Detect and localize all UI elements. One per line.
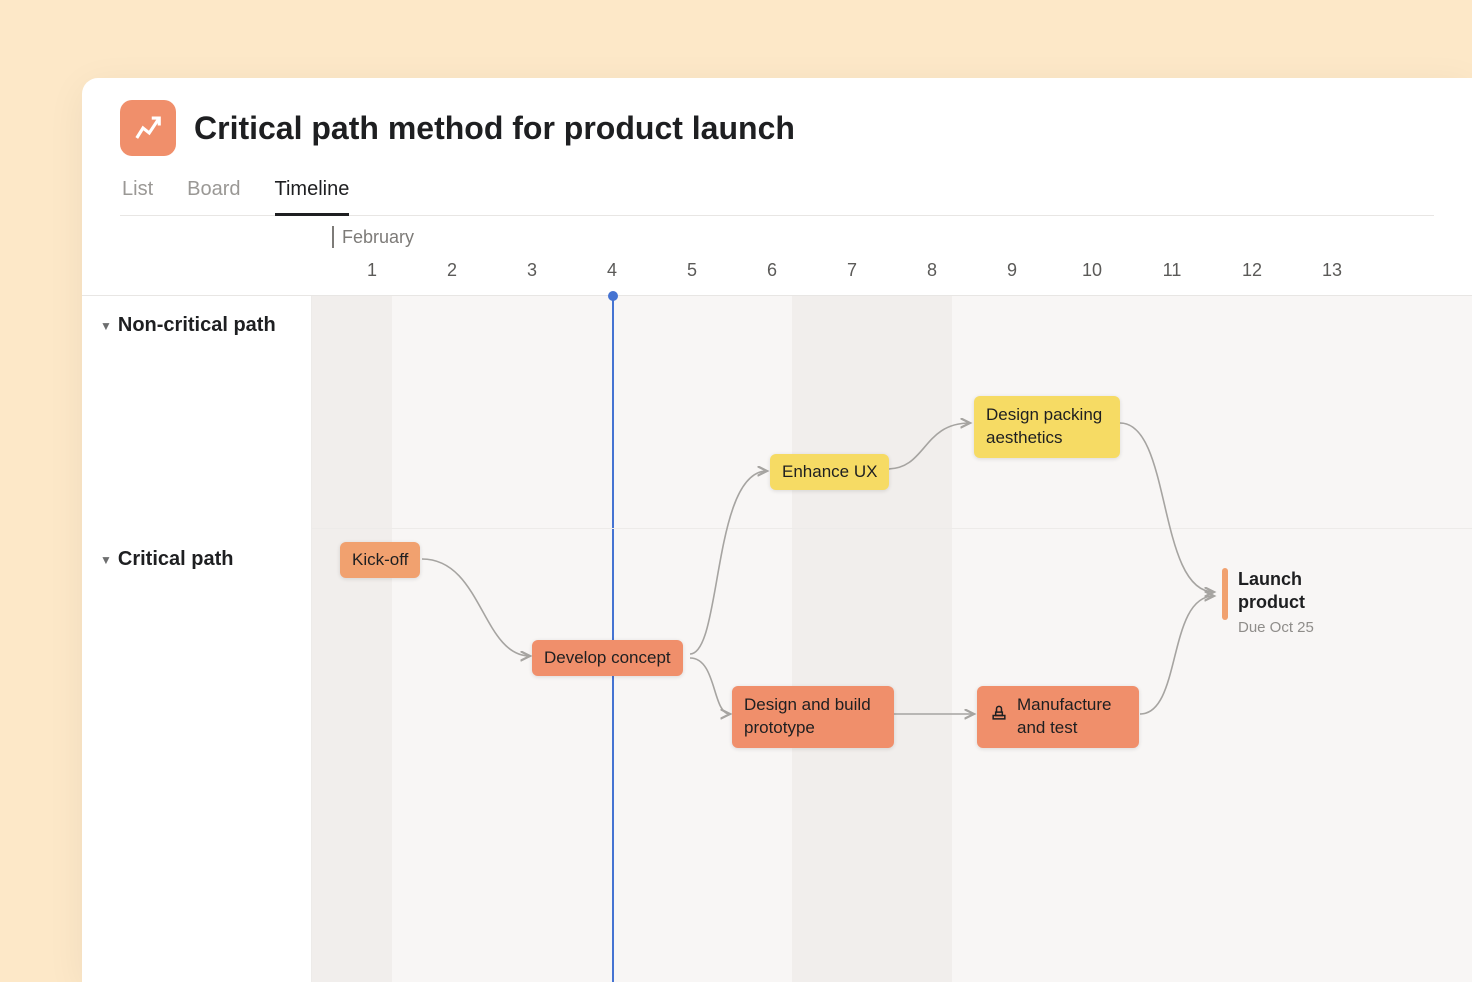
title-row: Critical path method for product launch xyxy=(120,100,1434,156)
task-label: Design and build prototype xyxy=(744,694,882,740)
approval-stamp-icon xyxy=(989,703,1009,730)
view-tabs: List Board Timeline xyxy=(120,174,1434,216)
section-critical[interactable]: ▼ Critical path xyxy=(100,548,233,571)
weekend-shade xyxy=(792,296,952,982)
task-label: Design packing aesthetics xyxy=(986,404,1108,450)
task-design-packing[interactable]: Design packing aesthetics xyxy=(974,396,1120,458)
milestone-bar-icon xyxy=(1222,568,1228,620)
weekend-shade xyxy=(312,296,392,982)
day-6: 6 xyxy=(732,260,812,281)
timeline-header: February 1 2 3 4 5 6 7 8 9 10 11 12 13 xyxy=(82,216,1472,296)
section-gutter-critical xyxy=(82,528,312,982)
milestone-due: Due Oct 25 xyxy=(1238,619,1318,636)
day-9: 9 xyxy=(972,260,1052,281)
caret-down-icon: ▼ xyxy=(100,319,112,333)
section-critical-label: Critical path xyxy=(118,548,234,571)
day-13: 13 xyxy=(1292,260,1372,281)
page-title: Critical path method for product launch xyxy=(194,110,795,147)
milestone-launch[interactable]: Launch product Due Oct 25 xyxy=(1222,568,1318,636)
header: Critical path method for product launch … xyxy=(82,78,1472,216)
day-12: 12 xyxy=(1212,260,1292,281)
tab-list[interactable]: List xyxy=(122,174,153,215)
task-kickoff[interactable]: Kick-off xyxy=(340,542,420,578)
task-label: Enhance UX xyxy=(782,462,877,482)
timeline-body: ▼ Non-critical path ▼ Critical path xyxy=(82,296,1472,982)
project-chart-icon xyxy=(120,100,176,156)
task-develop-concept[interactable]: Develop concept xyxy=(532,640,683,676)
caret-down-icon: ▼ xyxy=(100,553,112,567)
day-11: 11 xyxy=(1132,260,1212,281)
today-marker xyxy=(612,296,614,982)
day-5: 5 xyxy=(652,260,732,281)
tab-timeline[interactable]: Timeline xyxy=(275,174,350,216)
timeline-lane[interactable] xyxy=(312,296,1472,982)
day-3: 3 xyxy=(492,260,572,281)
milestone-title: Launch product xyxy=(1238,568,1318,615)
day-1: 1 xyxy=(332,260,412,281)
task-enhance-ux[interactable]: Enhance UX xyxy=(770,454,889,490)
task-manufacture-test[interactable]: Manufacture and test xyxy=(977,686,1139,748)
day-4: 4 xyxy=(572,260,652,281)
section-noncritical-label: Non-critical path xyxy=(118,314,276,337)
task-label: Develop concept xyxy=(544,648,671,668)
tab-board[interactable]: Board xyxy=(187,174,240,215)
day-2: 2 xyxy=(412,260,492,281)
milestone-text: Launch product Due Oct 25 xyxy=(1238,568,1318,636)
task-label: Manufacture and test xyxy=(1017,694,1127,740)
month-label: February xyxy=(332,226,414,248)
section-noncritical[interactable]: ▼ Non-critical path xyxy=(100,314,276,337)
day-8: 8 xyxy=(892,260,972,281)
app-window: Critical path method for product launch … xyxy=(82,78,1472,982)
day-10: 10 xyxy=(1052,260,1132,281)
task-design-prototype[interactable]: Design and build prototype xyxy=(732,686,894,748)
task-label: Kick-off xyxy=(352,550,408,570)
day-7: 7 xyxy=(812,260,892,281)
today-dot-icon xyxy=(608,291,618,301)
